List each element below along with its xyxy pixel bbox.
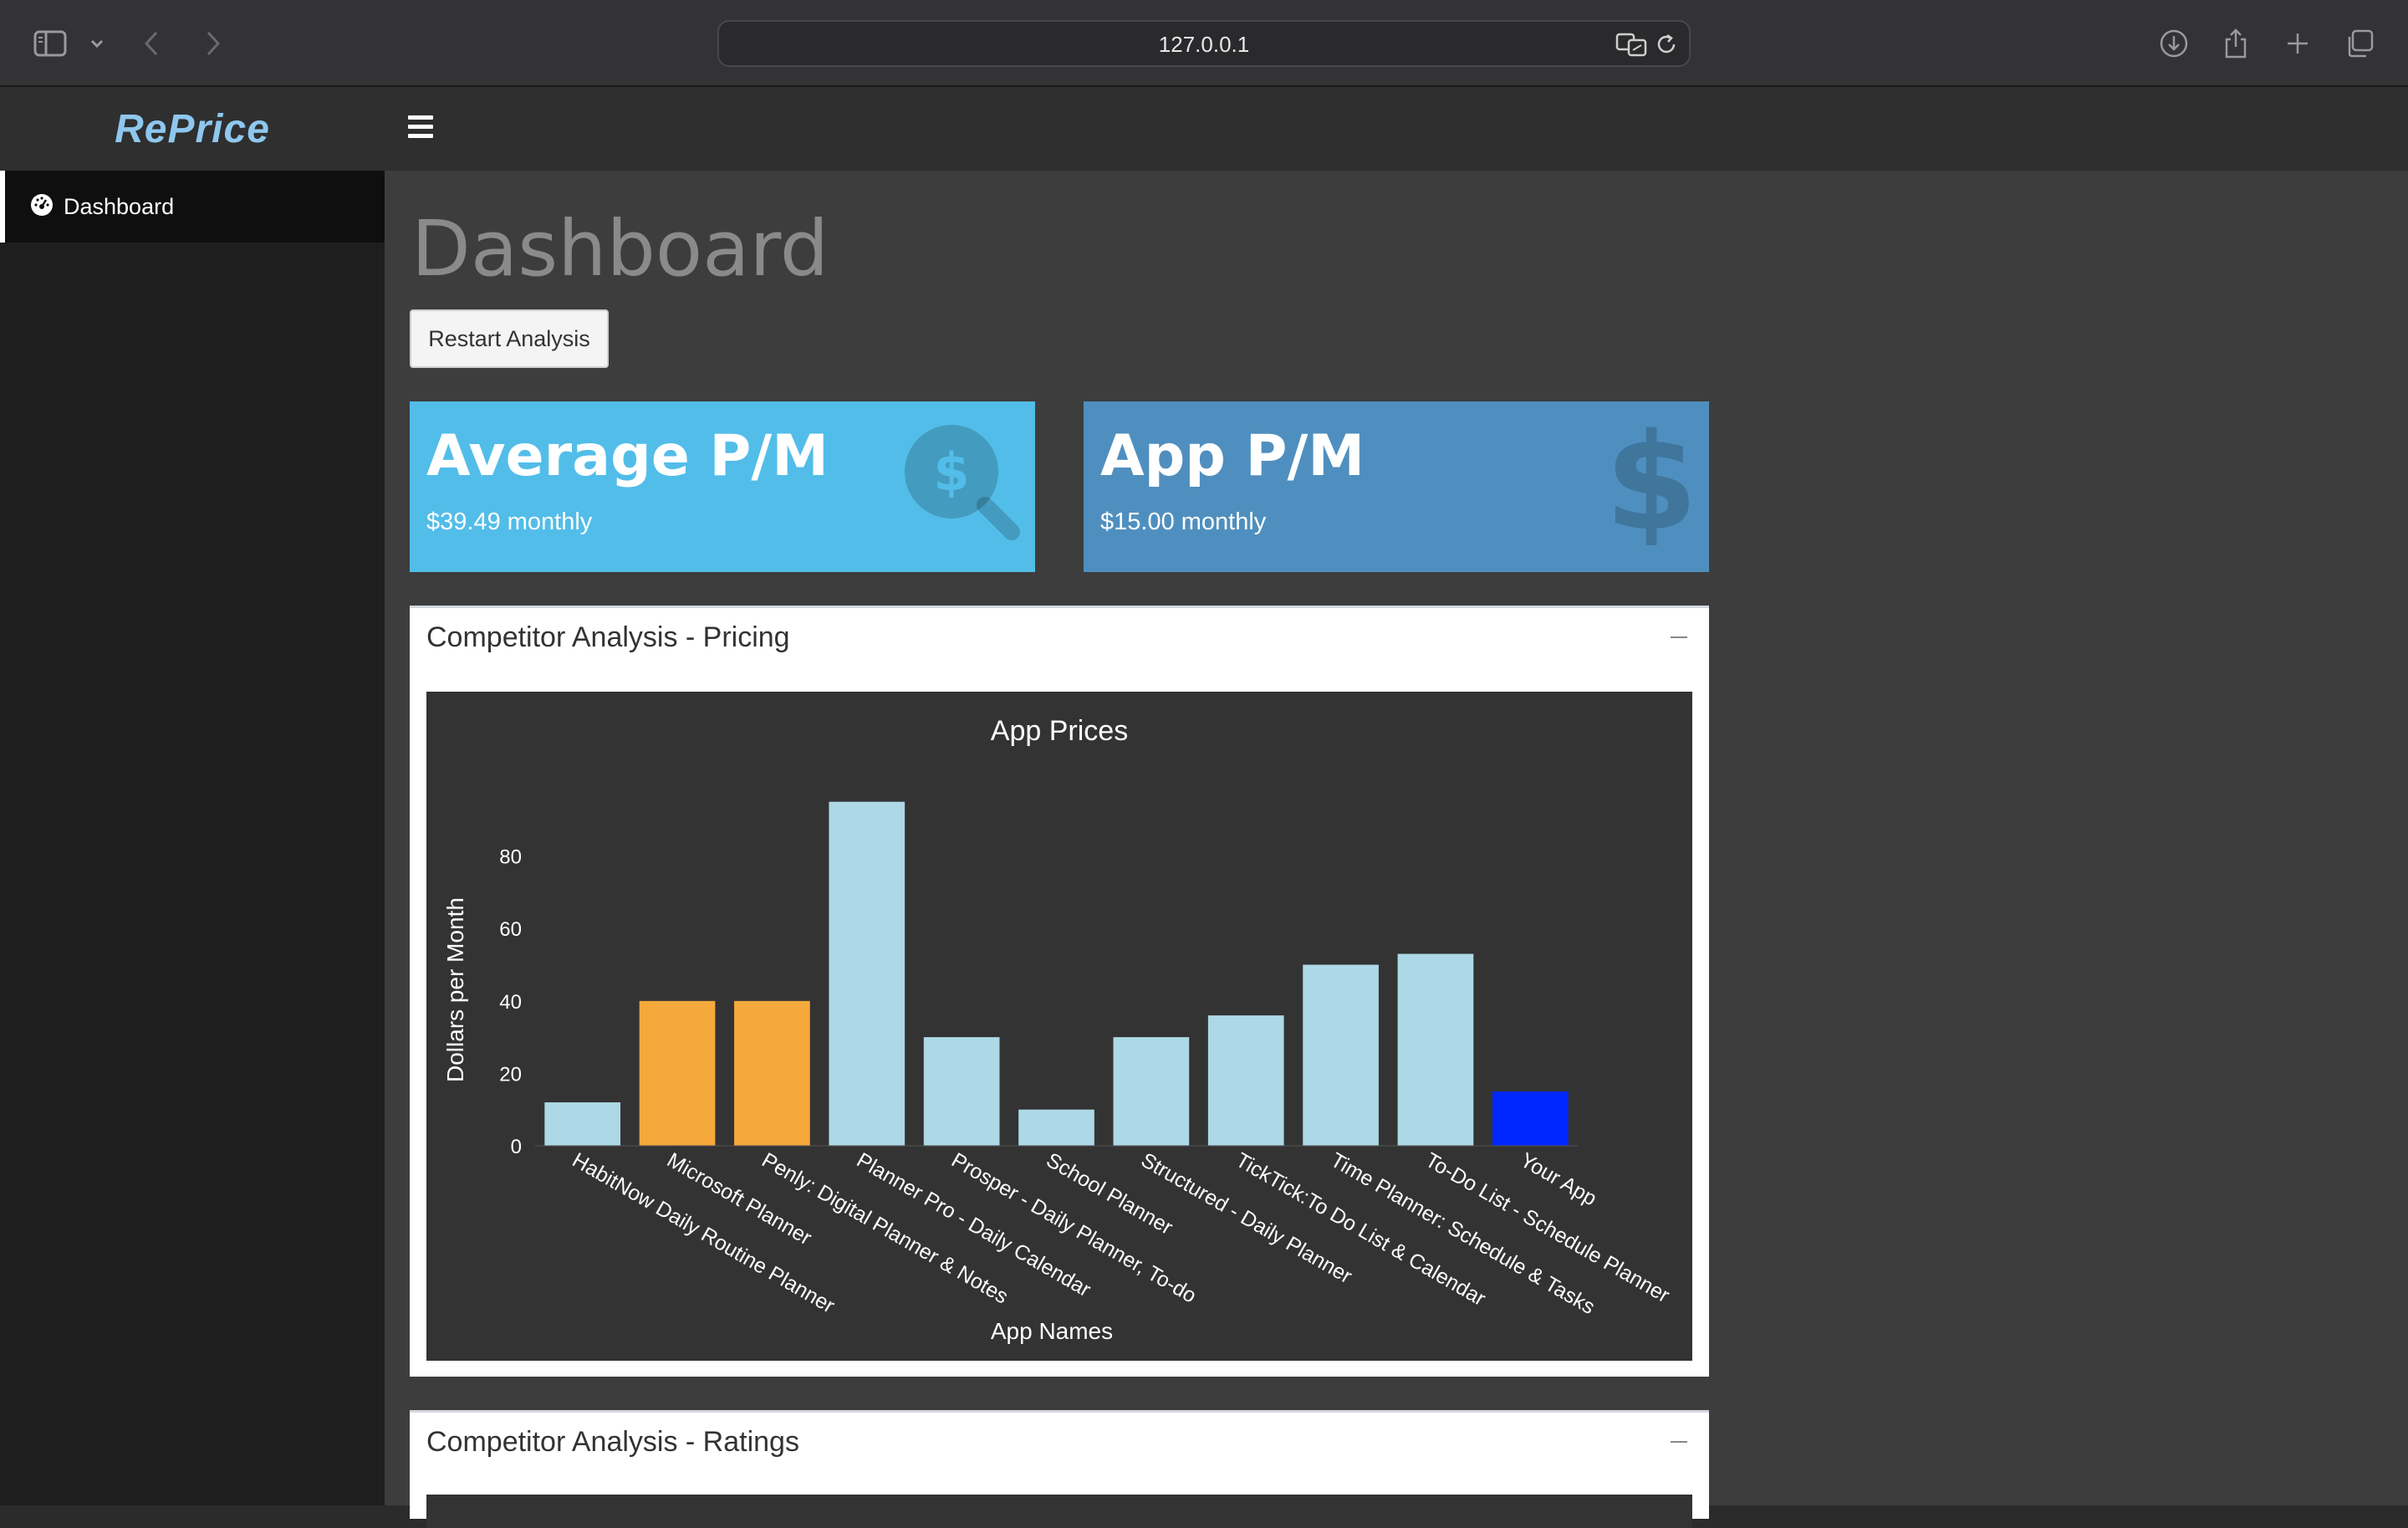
sidebar: Dashboard — [0, 171, 385, 1505]
bar — [544, 1102, 621, 1146]
app-pm-value-box: App P/M $15.00 monthly $ — [1084, 401, 1709, 572]
x-axis-label: App Names — [991, 1318, 1113, 1344]
main-content: Dashboard Restart Analysis Average P/M $… — [385, 171, 2408, 1528]
download-icon[interactable] — [2155, 25, 2192, 62]
chart-title: App Prices — [991, 715, 1128, 747]
new-tab-icon[interactable] — [2279, 25, 2316, 62]
back-arrow-icon[interactable] — [134, 25, 171, 62]
bar — [1207, 1015, 1284, 1146]
bar — [1397, 953, 1474, 1146]
bar — [734, 1000, 810, 1146]
y-tick-label: 0 — [511, 1136, 522, 1158]
share-icon[interactable] — [2217, 25, 2254, 62]
url-text: 127.0.0.1 — [1158, 32, 1250, 57]
reload-icon[interactable] — [1654, 32, 1679, 60]
restart-analysis-button[interactable]: Restart Analysis — [410, 309, 609, 368]
box-title: Competitor Analysis - Ratings — [426, 1426, 799, 1458]
dashboard-icon — [30, 193, 54, 220]
y-tick-label: 40 — [499, 991, 522, 1014]
bar — [1492, 1091, 1569, 1146]
bar — [1018, 1109, 1094, 1146]
menu-toggle-icon[interactable] — [408, 115, 433, 139]
bar — [639, 1000, 716, 1146]
bar — [829, 801, 906, 1146]
forward-arrow-icon[interactable] — [194, 25, 231, 62]
translate-icon[interactable] — [1615, 32, 1649, 60]
value-box-subtitle: $39.49 monthly — [426, 508, 593, 535]
logo-area: RePrice — [0, 87, 385, 171]
app-prices-chart: App Prices 0 20 40 60 80 Dollars per Month Habi… — [426, 692, 1692, 1361]
ratings-chart-area — [426, 1495, 1692, 1528]
bar — [1113, 1037, 1190, 1146]
collapse-icon[interactable] — [1671, 1441, 1687, 1443]
y-tick-label: 20 — [499, 1063, 522, 1086]
value-box-title: Average P/M — [426, 423, 829, 489]
dollar-icon: $ — [1604, 404, 1697, 560]
ratings-box: Competitor Analysis - Ratings — [410, 1410, 1709, 1528]
sidebar-item-label: Dashboard — [64, 193, 175, 219]
y-axis-label: Dollars per Month — [442, 897, 468, 1082]
app-header: RePrice — [0, 87, 2408, 171]
y-tick-label: 80 — [499, 846, 522, 869]
sidebar-item-dashboard[interactable]: Dashboard — [0, 171, 385, 243]
chart-svg: App Prices020406080Dollars per MonthHabi… — [442, 715, 1674, 1344]
y-tick-label: 60 — [499, 918, 522, 941]
svg-text:$: $ — [1605, 420, 1697, 545]
search-dollar-icon: $ — [898, 420, 1023, 549]
svg-text:$: $ — [933, 442, 969, 503]
bar — [923, 1037, 1000, 1146]
browser-toolbar: 127.0.0.1 — [0, 0, 2408, 87]
value-box-title: App P/M — [1100, 423, 1365, 489]
average-pm-value-box: Average P/M $39.49 monthly $ — [410, 401, 1035, 572]
box-title: Competitor Analysis - Pricing — [426, 621, 790, 653]
value-box-subtitle: $15.00 monthly — [1100, 508, 1267, 535]
page-title: Dashboard — [411, 204, 829, 294]
pricing-box: Competitor Analysis - Pricing App Prices… — [410, 606, 1709, 1377]
bar — [1303, 964, 1379, 1146]
chevron-down-icon[interactable] — [79, 25, 115, 62]
app-logo[interactable]: RePrice — [115, 106, 270, 152]
x-tick-label: Your App — [1516, 1148, 1600, 1211]
address-bar[interactable]: 127.0.0.1 — [717, 20, 1691, 67]
sidebar-toggle-icon[interactable] — [32, 25, 69, 62]
tab-overview-icon[interactable] — [2341, 25, 2378, 62]
collapse-icon[interactable] — [1671, 636, 1687, 638]
